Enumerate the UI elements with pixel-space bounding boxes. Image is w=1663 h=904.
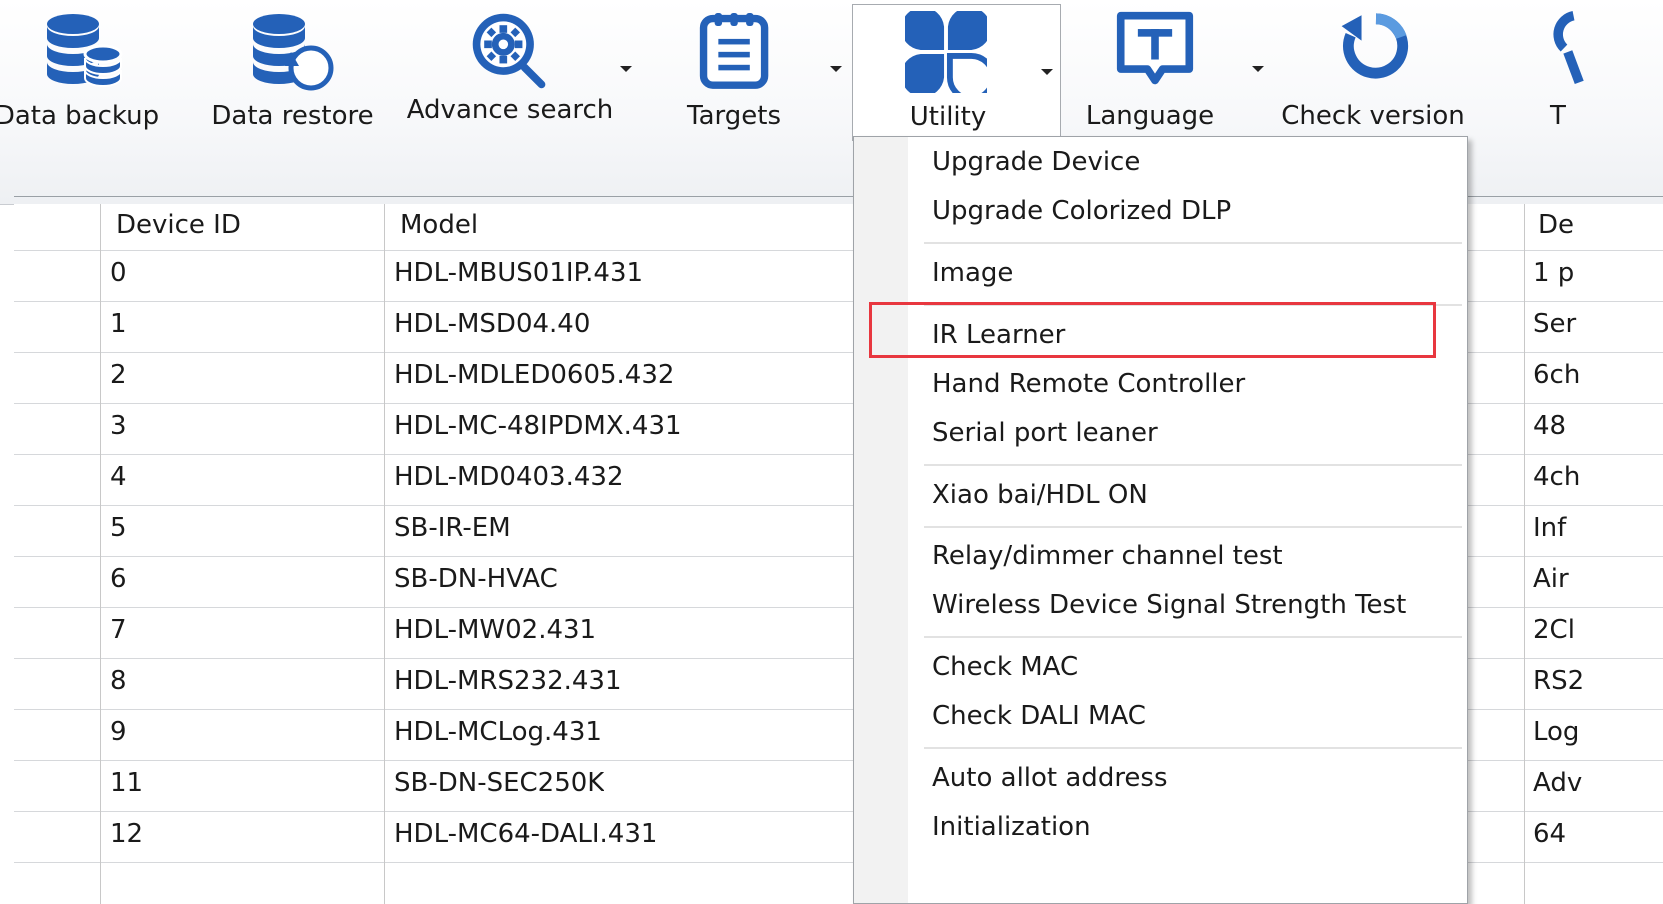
cell-description: 1 p: [1533, 258, 1575, 288]
data-backup-button[interactable]: Data backup: [0, 0, 176, 150]
menu-separator: [924, 747, 1462, 749]
menu-separator: [924, 636, 1462, 638]
database-backup-icon: [47, 14, 123, 87]
cell-description: 4ch: [1533, 462, 1581, 492]
menu-separator: [924, 242, 1462, 244]
menu-icon-gutter: [854, 137, 908, 903]
gear-search-icon: [472, 13, 546, 89]
cell-model: HDL-MD0403.432: [394, 462, 624, 492]
cell-model: HDL-MC64-DALI.431: [394, 819, 658, 849]
utility-icon: [905, 11, 987, 93]
language-button[interactable]: Language: [1075, 0, 1264, 150]
cell-device-id: 4: [110, 462, 127, 492]
cell-device-id: 6: [110, 564, 127, 594]
cell-description: Ser: [1533, 309, 1577, 339]
check-version-label: Check version: [1281, 101, 1465, 131]
header-model[interactable]: Model: [400, 210, 478, 240]
check-version-button[interactable]: Check version: [1280, 0, 1466, 150]
data-restore-button[interactable]: Data restore: [205, 0, 380, 150]
advance-search-dropdown-arrow[interactable]: [620, 66, 632, 72]
cell-device-id: 5: [110, 513, 127, 543]
menu-separator: [924, 526, 1462, 528]
cell-model: HDL-MSD04.40: [394, 309, 591, 339]
language-dropdown-arrow[interactable]: [1252, 66, 1264, 72]
menu-item-image[interactable]: Image: [932, 258, 1013, 288]
menu-item-hand-remote-controller[interactable]: Hand Remote Controller: [932, 369, 1245, 399]
language-icon: [1116, 11, 1194, 85]
utility-label: Utility: [909, 102, 987, 132]
clipped-toolbar-label: T: [1550, 101, 1566, 131]
menu-item-check-dali-mac[interactable]: Check DALI MAC: [932, 701, 1146, 731]
refresh-icon: [1341, 13, 1409, 79]
cell-model: HDL-MBUS01IP.431: [394, 258, 644, 288]
cell-model: SB-DN-HVAC: [394, 564, 558, 594]
cell-model: HDL-MCLog.431: [394, 717, 602, 747]
advance-search-button[interactable]: Advance search: [405, 0, 632, 150]
tool-icon: [1553, 11, 1584, 85]
cell-model: HDL-MDLED0605.432: [394, 360, 675, 390]
cell-description: RS2: [1533, 666, 1585, 696]
menu-item-check-mac[interactable]: Check MAC: [932, 652, 1078, 682]
targets-button[interactable]: Targets: [655, 0, 842, 150]
targets-dropdown-arrow[interactable]: [830, 66, 842, 72]
cell-description: 64: [1533, 819, 1567, 849]
header-device-id[interactable]: Device ID: [116, 210, 241, 240]
cell-device-id: 7: [110, 615, 127, 645]
cell-model: SB-DN-SEC250K: [394, 768, 605, 798]
cell-device-id: 3: [110, 411, 127, 441]
clipped-toolbar-button[interactable]: T: [1530, 0, 1663, 150]
cell-description: 6ch: [1533, 360, 1581, 390]
cell-device-id: 9: [110, 717, 127, 747]
menu-item-wireless-signal-strength-test[interactable]: Wireless Device Signal Strength Test: [932, 590, 1406, 620]
cell-device-id: 0: [110, 258, 127, 288]
menu-item-relay-dimmer-channel-test[interactable]: Relay/dimmer channel test: [932, 541, 1283, 571]
menu-item-serial-port-leaner[interactable]: Serial port leaner: [932, 418, 1158, 448]
utility-dropdown-arrow[interactable]: [1041, 69, 1053, 75]
language-label: Language: [1085, 101, 1215, 131]
column-divider[interactable]: [100, 204, 101, 904]
cell-device-id: 11: [110, 768, 144, 798]
utility-dropdown-menu: Upgrade Device Upgrade Colorized DLP Ima…: [853, 136, 1468, 904]
clipboard-list-icon: [699, 13, 769, 89]
menu-item-auto-allot-address[interactable]: Auto allot address: [932, 763, 1168, 793]
cell-device-id: 8: [110, 666, 127, 696]
utility-button[interactable]: Utility: [852, 4, 1061, 141]
cell-device-id: 12: [110, 819, 144, 849]
cell-device-id: 2: [110, 360, 127, 390]
header-description[interactable]: De: [1538, 210, 1663, 240]
advance-search-label: Advance search: [406, 95, 614, 125]
cell-model: HDL-MRS232.431: [394, 666, 622, 696]
menu-item-upgrade-colorized-dlp[interactable]: Upgrade Colorized DLP: [932, 196, 1231, 226]
cell-model: HDL-MW02.431: [394, 615, 597, 645]
database-restore-icon: [253, 14, 334, 91]
targets-label: Targets: [687, 101, 781, 131]
cell-description: Adv: [1533, 768, 1583, 798]
data-restore-label: Data restore: [211, 101, 374, 131]
cell-description: 2Cl: [1533, 615, 1575, 645]
menu-item-xiao-bai-hdl-on[interactable]: Xiao bai/HDL ON: [932, 480, 1148, 510]
menu-item-initialization[interactable]: Initialization: [932, 812, 1091, 842]
cell-device-id: 1: [110, 309, 127, 339]
column-divider[interactable]: [1524, 204, 1525, 904]
ir-learner-highlight-annotation: [869, 302, 1436, 358]
cell-description: Log: [1533, 717, 1580, 747]
cell-description: 48: [1533, 411, 1567, 441]
cell-model: HDL-MC-48IPDMX.431: [394, 411, 682, 441]
menu-separator: [924, 464, 1462, 466]
menu-item-upgrade-device[interactable]: Upgrade Device: [932, 147, 1140, 177]
data-backup-label: Data backup: [0, 101, 160, 131]
cell-model: SB-IR-EM: [394, 513, 511, 543]
column-divider[interactable]: [384, 204, 385, 904]
cell-description: Inf: [1533, 513, 1567, 543]
cell-description: Air: [1533, 564, 1569, 594]
